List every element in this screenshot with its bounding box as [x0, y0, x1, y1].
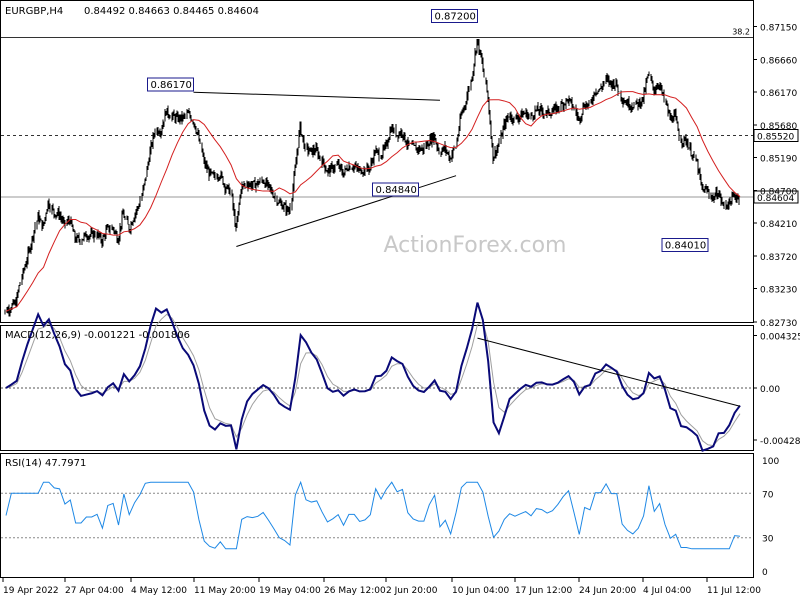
xtick-label: 4 Jul 04:00: [643, 586, 692, 596]
price-annotation: 0.84840: [372, 182, 420, 197]
annotation-label: 0.87200: [434, 11, 475, 22]
annotation-label: 0.86170: [151, 80, 192, 91]
rsi-panel-frame: [0, 453, 754, 578]
watermark: ActionForex.com: [384, 233, 567, 258]
xtick-label: 26 May 12:00: [324, 586, 386, 596]
price-ytick-label: 0.83230: [760, 286, 797, 296]
price-annotation: 0.87200: [430, 8, 478, 23]
price-ytick-label: 0.83720: [760, 253, 797, 263]
macd-ytick-label: -0.004288: [760, 437, 800, 447]
eurgbp-chart: ActionForex.com 38.20.855200.84604 0.871…: [0, 0, 800, 596]
price-ytick-label: 0.85190: [760, 155, 797, 165]
macd-line: [5, 302, 741, 452]
xtick-label: 11 May 20:00: [194, 586, 256, 596]
moving-average-line: [5, 91, 741, 312]
price-ytick-label: 0.85680: [760, 122, 797, 132]
xtick-label: 19 Apr 2022: [3, 586, 59, 596]
fib-label: 38.2: [732, 27, 750, 36]
macd-ytick-label: 0.004325: [760, 332, 800, 342]
price-ytick-label: 0.86660: [760, 56, 797, 66]
xtick-label: 17 Jun 12:00: [515, 586, 572, 596]
price-panel-frame: [0, 0, 754, 323]
price-header-symbol: EURGBP,H4: [5, 6, 63, 17]
xtick-label: 10 Jun 04:00: [452, 586, 509, 596]
macd-trend-line: [477, 337, 741, 407]
rsi-ytick-label: 70: [762, 490, 774, 500]
price-header-ohlc: 0.84492 0.84663 0.84465 0.84604: [84, 6, 259, 17]
xtick-label: 24 Jun 20:00: [579, 586, 636, 596]
rsi-line: [5, 480, 741, 550]
upper-trend-line: [193, 91, 440, 101]
xtick-label: 19 May 04:00: [259, 586, 321, 596]
macd-ytick-label: 0.00: [760, 385, 780, 395]
price-ytick-label: 0.82730: [760, 319, 797, 329]
xtick-label: 2 Jun 20:00: [386, 586, 438, 596]
xtick-label: 4 May 12:00: [131, 586, 187, 596]
price-ytick-label: 0.87150: [760, 24, 797, 34]
rsi-ytick-label: 0: [762, 568, 768, 578]
price-ytick-label: 0.84700: [760, 187, 797, 197]
annotation-label: 0.84840: [376, 185, 417, 196]
rsi-ytick-label: 100: [762, 457, 779, 467]
macd-header: MACD(12,26,9) -0.001221 -0.001806: [5, 330, 190, 341]
xtick-label: 27 Apr 04:00: [65, 586, 124, 596]
price-ytick-label: 0.86170: [760, 89, 797, 99]
price-annotation: 0.86170: [147, 77, 195, 92]
rsi-ytick-label: 30: [762, 535, 774, 545]
rsi-header: RSI(14) 47.7971: [5, 458, 86, 469]
price-ytick-label: 0.84210: [760, 220, 797, 230]
xtick-label: 11 Jul 12:00: [707, 586, 761, 596]
annotation-label: 0.84010: [665, 240, 706, 251]
price-level-label: 0.85520: [757, 133, 794, 143]
price-annotation: 0.84010: [661, 237, 709, 252]
